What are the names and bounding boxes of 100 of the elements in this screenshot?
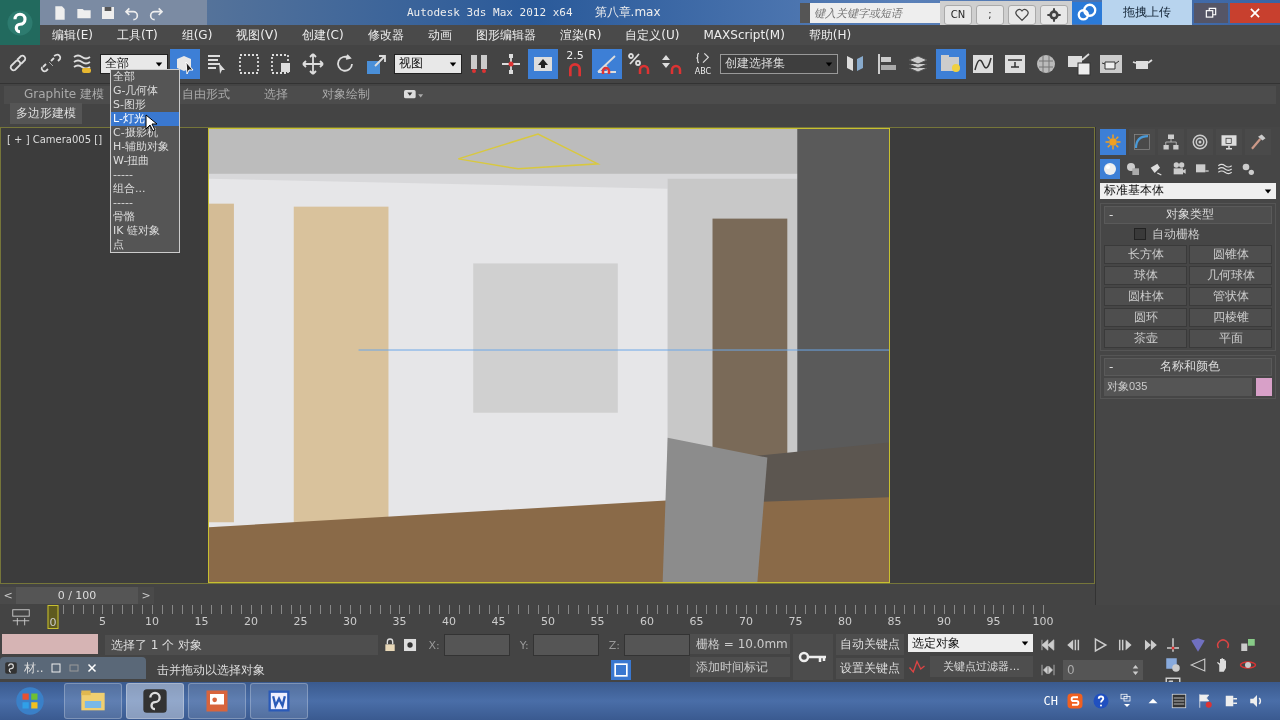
- menu-item[interactable]: 编辑(E): [52, 26, 93, 44]
- coordinate-field[interactable]: [624, 634, 690, 656]
- name-field[interactable]: 对象035: [1104, 377, 1252, 396]
- folder-bulb-button[interactable]: [936, 48, 966, 79]
- spinner-icon[interactable]: [1132, 663, 1139, 677]
- help-icon[interactable]: [1092, 692, 1110, 710]
- dropdown[interactable]: 选定对象: [908, 634, 1033, 652]
- list-item[interactable]: 骨骼: [111, 210, 179, 224]
- dropdown[interactable]: 视图: [394, 53, 462, 74]
- cube-icon[interactable]: [611, 660, 631, 680]
- monitor-tab[interactable]: [1216, 128, 1242, 155]
- ribbon-tab[interactable]: 自由形式: [182, 86, 231, 104]
- frame-field[interactable]: 0: [1063, 660, 1143, 680]
- s-logo-icon[interactable]: [1066, 692, 1084, 710]
- application-button[interactable]: [0, 0, 40, 45]
- braces-pencil-button[interactable]: ABC: [688, 48, 718, 79]
- minimized-window[interactable]: 材..: [0, 657, 146, 679]
- menu-item[interactable]: 自定义(U): [625, 26, 680, 44]
- angle-magnet-button[interactable]: [592, 48, 622, 79]
- hierarchy-tab[interactable]: [1158, 128, 1184, 155]
- ribbon-tab[interactable]: 选择: [264, 86, 289, 104]
- menu-item[interactable]: 工具(T): [116, 26, 158, 44]
- object-type-button[interactable]: 几何球体: [1189, 265, 1272, 285]
- object-type-button[interactable]: 圆环: [1104, 307, 1187, 327]
- search-field[interactable]: 键入关键字或短语: [800, 2, 940, 23]
- magnet-button[interactable]: 2.5: [560, 48, 590, 79]
- sun-tab[interactable]: [1100, 128, 1126, 155]
- dropdown[interactable]: 标准基本体: [1100, 182, 1276, 199]
- up-arrow-box-button[interactable]: [528, 48, 558, 79]
- menu-item[interactable]: 帮助(H): [808, 26, 852, 44]
- object-type-button[interactable]: 圆柱体: [1104, 286, 1187, 306]
- dropdown[interactable]: 创建选择集: [720, 53, 838, 74]
- dropdown-icon[interactable]: [404, 89, 425, 100]
- menu-item[interactable]: 创建(C): [301, 26, 344, 44]
- ribbon-tab[interactable]: 对象绘制: [322, 86, 371, 104]
- taskbar-button[interactable]: [188, 683, 246, 719]
- key-filters-button[interactable]: 关键点过滤器...: [930, 655, 1033, 677]
- checkbox[interactable]: [1134, 228, 1146, 241]
- menu-item[interactable]: 视图(V): [236, 26, 278, 44]
- isolate-icon[interactable]: [402, 636, 419, 654]
- menu-item[interactable]: MAXScript(M): [703, 28, 785, 42]
- restore-button[interactable]: [1194, 2, 1228, 23]
- color-swatch[interactable]: [1256, 377, 1272, 396]
- time-tag-button[interactable]: 添加时间标记: [690, 657, 790, 677]
- menu-item[interactable]: 图形编辑器: [475, 26, 536, 44]
- menu-item[interactable]: 组(G): [181, 26, 213, 44]
- object-type-button[interactable]: 圆锥体: [1189, 244, 1272, 264]
- menu-item[interactable]: 渲染(R): [559, 26, 602, 44]
- set-key-button[interactable]: 设置关键点: [836, 658, 904, 679]
- auto-key-button[interactable]: 自动关键点: [836, 634, 904, 655]
- collapse-toggle[interactable]: -: [1105, 359, 1129, 374]
- restore-icon[interactable]: [49, 662, 62, 674]
- menu-item[interactable]: 修改器: [367, 26, 404, 44]
- list-item[interactable]: L-灯光: [111, 112, 179, 126]
- ribbon-tab[interactable]: Graphite 建模: [24, 86, 105, 104]
- heart-button[interactable]: [1008, 4, 1036, 25]
- object-type-button[interactable]: 管状体: [1189, 286, 1272, 306]
- previous-button[interactable]: <: [0, 586, 16, 604]
- object-type-button[interactable]: 球体: [1104, 265, 1187, 285]
- menu-item[interactable]: 动画: [427, 26, 452, 44]
- set-key-button[interactable]: [793, 634, 833, 680]
- viewport-label[interactable]: [ + ] Camera005 []: [7, 133, 103, 145]
- time-thumb[interactable]: 0: [47, 605, 59, 630]
- list-item[interactable]: W-扭曲: [111, 154, 179, 168]
- arc-tab[interactable]: [1129, 128, 1155, 155]
- object-type-button[interactable]: 茶壶: [1104, 328, 1187, 348]
- coordinate-field[interactable]: [443, 634, 510, 656]
- language-indicator[interactable]: CH: [1043, 694, 1058, 708]
- list-item[interactable]: S-图形: [111, 98, 179, 112]
- list-item[interactable]: 点: [111, 238, 179, 252]
- cloud-icon[interactable]: [1072, 1, 1102, 24]
- target-tab[interactable]: [1187, 128, 1213, 155]
- ribbon-panel-tab[interactable]: 多边形建模: [10, 103, 82, 125]
- close-icon[interactable]: [85, 662, 98, 674]
- object-type-button[interactable]: 四棱锥: [1189, 307, 1272, 327]
- keyboard-icon[interactable]: [1170, 692, 1188, 710]
- close-button[interactable]: [1230, 2, 1280, 23]
- collapse-toggle[interactable]: -: [1105, 207, 1129, 222]
- toolbar-button[interactable]: ;: [976, 4, 1004, 25]
- object-type-button[interactable]: 长方体: [1104, 244, 1187, 264]
- toolbar-button[interactable]: CN: [944, 4, 972, 25]
- upload-button[interactable]: 拖拽上传: [1102, 0, 1192, 25]
- taskbar-button[interactable]: [250, 683, 308, 719]
- list-item[interactable]: C-摄影机: [111, 126, 179, 140]
- cube-cursor-button[interactable]: [170, 48, 200, 79]
- hammer-tab[interactable]: [1245, 128, 1271, 155]
- list-item[interactable]: -----: [111, 168, 179, 182]
- taskbar-button[interactable]: [126, 683, 184, 719]
- sphere-button[interactable]: [1100, 158, 1120, 179]
- coordinate-field[interactable]: [532, 634, 599, 656]
- rollout-header[interactable]: - 名称和颜色: [1104, 357, 1272, 376]
- save-icon[interactable]: [100, 4, 116, 21]
- object-type-button[interactable]: 平面: [1189, 328, 1272, 348]
- list-item[interactable]: H-辅助对象: [111, 140, 179, 154]
- next-button[interactable]: >: [138, 586, 154, 604]
- settings-button[interactable]: [1040, 4, 1068, 25]
- list-item[interactable]: 组合...: [111, 182, 179, 196]
- new-file-icon[interactable]: [52, 4, 68, 21]
- rollout-header[interactable]: - 对象类型: [1104, 205, 1272, 224]
- list-item[interactable]: IK 链对象: [111, 224, 179, 238]
